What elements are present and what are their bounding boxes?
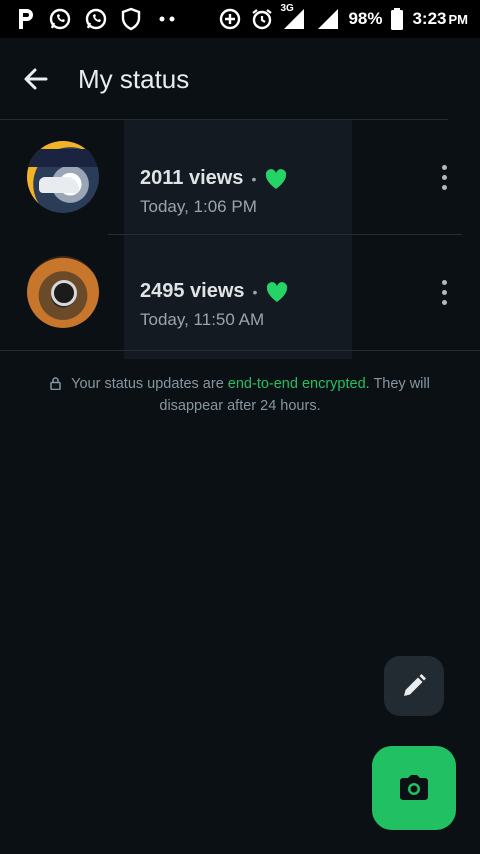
status-row[interactable]: 2011 views • Today, 1:06 PM xyxy=(0,120,480,234)
cell-signal-icon xyxy=(316,7,340,31)
camera-icon xyxy=(397,773,431,803)
encryption-text-before: Your status updates are xyxy=(71,376,228,392)
status-views-card[interactable]: 2011 views • Today, 1:06 PM xyxy=(124,120,352,234)
view-count: 2011 views xyxy=(140,167,244,189)
separator: • xyxy=(252,283,258,300)
whatsapp-icon xyxy=(48,7,72,31)
more-vertical-icon xyxy=(441,279,447,285)
battery-icon xyxy=(390,7,404,31)
pinterest-p-icon xyxy=(16,7,36,31)
status-row[interactable]: 2495 views • Today, 11:50 AM xyxy=(0,235,480,359)
separator: • xyxy=(251,170,257,187)
list-divider xyxy=(0,350,480,351)
clock: 3:23 PM xyxy=(412,9,468,28)
heart-icon xyxy=(264,168,288,190)
arrow-left-icon xyxy=(22,65,50,93)
status-menu-button[interactable] xyxy=(432,272,456,312)
more-vertical-icon xyxy=(441,164,447,170)
system-status-bar: 3G 98% 3:23 PM xyxy=(0,0,480,38)
cell-signal-3g-icon: 3G xyxy=(280,3,308,31)
pencil-icon xyxy=(400,672,428,700)
lock-icon xyxy=(50,376,61,396)
page-title: My status xyxy=(78,63,190,94)
whatsapp-icon xyxy=(84,7,108,31)
data-saver-icon xyxy=(218,7,242,31)
back-button[interactable] xyxy=(0,38,72,120)
status-menu-button[interactable] xyxy=(432,157,456,197)
status-thumbnail[interactable] xyxy=(27,256,99,328)
text-status-button[interactable] xyxy=(384,656,444,716)
encryption-link[interactable]: end-to-end encrypted. xyxy=(228,376,370,392)
status-views-card[interactable]: 2495 views • Today, 11:50 AM xyxy=(124,235,352,359)
network-type-label: 3G xyxy=(280,3,294,14)
encryption-note: Your status updates are end-to-end encry… xyxy=(30,374,450,416)
heart-icon xyxy=(265,281,289,303)
view-count: 2495 views xyxy=(140,280,245,302)
app-bar: My status xyxy=(0,38,480,120)
battery-percent: 98% xyxy=(348,9,383,28)
status-thumbnail[interactable] xyxy=(27,141,99,213)
status-time: Today, 11:50 AM xyxy=(140,310,265,329)
alarm-icon xyxy=(250,7,274,31)
status-time: Today, 1:06 PM xyxy=(140,197,257,216)
more-notifications-icon xyxy=(154,14,180,24)
camera-status-button[interactable] xyxy=(372,746,456,830)
shield-icon xyxy=(120,7,142,31)
